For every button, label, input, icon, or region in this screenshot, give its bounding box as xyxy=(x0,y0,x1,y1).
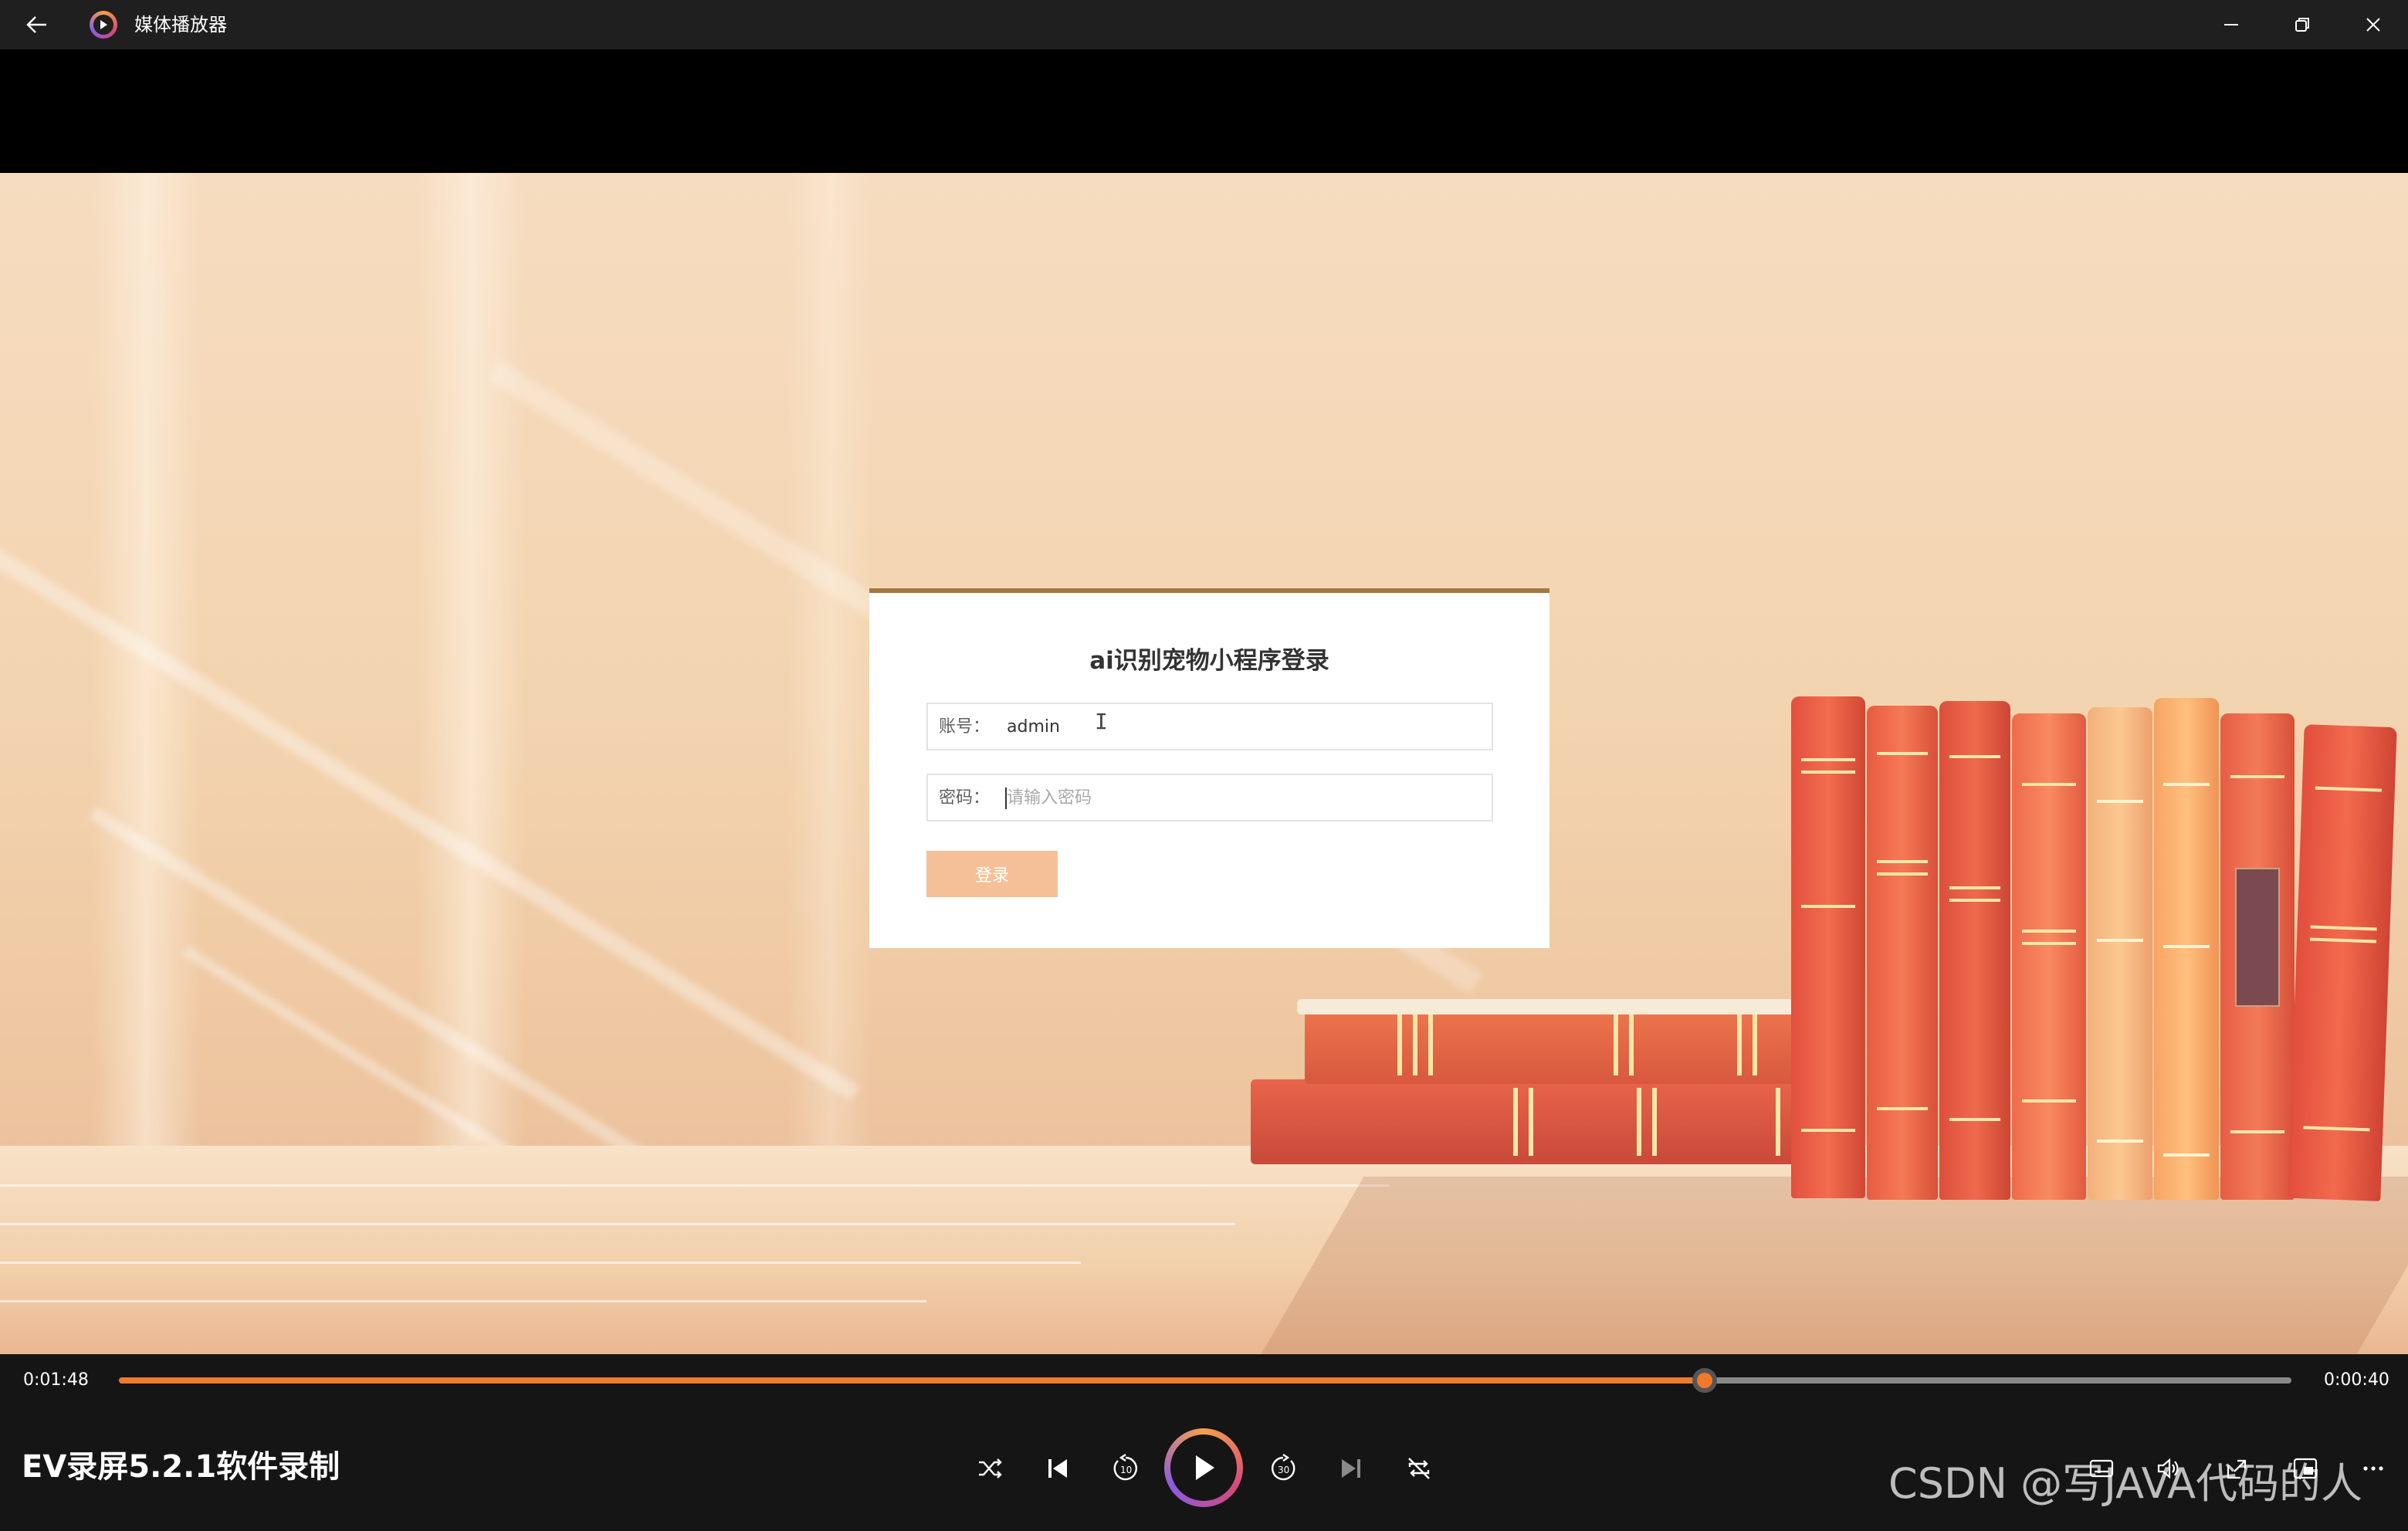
minimize-icon xyxy=(2224,24,2238,25)
elapsed-time: 0:01:48 xyxy=(23,1370,89,1390)
repeat-off-icon xyxy=(1408,1458,1430,1479)
standing-book xyxy=(1939,701,2010,1200)
rewind-10-button[interactable]: 10 xyxy=(1104,1447,1147,1490)
title-bar: 媒体播放器 xyxy=(0,0,2408,49)
password-label: 密码： xyxy=(939,788,991,808)
app-title: 媒体播放器 xyxy=(134,14,227,36)
shuffle-icon xyxy=(979,1458,1002,1478)
flat-book-pages xyxy=(1297,999,1830,1014)
back-arrow-icon xyxy=(26,16,46,33)
previous-button[interactable] xyxy=(1036,1447,1079,1490)
flat-book xyxy=(1251,1079,1845,1164)
rewind-10-icon: 10 xyxy=(1113,1454,1137,1481)
password-field[interactable]: 密码： 请输入密码 xyxy=(926,774,1493,821)
standing-book xyxy=(2220,713,2295,1200)
seek-bar[interactable] xyxy=(119,1368,2291,1393)
restore-icon xyxy=(2295,18,2309,32)
next-button[interactable] xyxy=(1329,1447,1373,1490)
window-post xyxy=(787,173,872,1161)
close-button[interactable] xyxy=(2350,6,2396,43)
play-icon xyxy=(1196,1455,1214,1480)
restore-button[interactable] xyxy=(2279,6,2325,43)
minimize-button[interactable] xyxy=(2208,6,2254,43)
media-player-icon xyxy=(90,11,117,39)
svg-text:30: 30 xyxy=(1278,1465,1289,1475)
login-title: ai识别宠物小程序登录 xyxy=(1089,647,1329,675)
remaining-time: 0:00:40 xyxy=(2324,1370,2389,1390)
play-button[interactable] xyxy=(1164,1428,1243,1507)
login-button[interactable]: 登录 xyxy=(926,851,1058,897)
standing-book xyxy=(2288,724,2397,1201)
player-controls: 0:01:48 0:00:40 EV录屏5.2.1软件录制 10 30 CSDN… xyxy=(0,1354,2408,1531)
shuffle-button[interactable] xyxy=(968,1447,1011,1490)
back-button[interactable] xyxy=(22,11,52,39)
book-shadow xyxy=(1261,1177,2408,1354)
repeat-button[interactable] xyxy=(1397,1447,1441,1490)
password-input[interactable]: 请输入密码 xyxy=(1007,786,1092,811)
text-cursor-icon: I xyxy=(1095,709,1108,734)
standing-book xyxy=(2012,713,2086,1200)
video-title: EV录屏5.2.1软件录制 xyxy=(22,1449,340,1485)
standing-book xyxy=(1791,696,1865,1198)
letterbox-top xyxy=(0,49,2408,173)
account-input[interactable]: admin xyxy=(1007,715,1060,740)
close-icon xyxy=(2366,18,2380,32)
forward-30-icon: 30 xyxy=(1272,1454,1295,1481)
video-frame[interactable]: ai识别宠物小程序登录 账号： admin I 密码： 请输入密码 登录 xyxy=(0,173,2408,1354)
window-post xyxy=(417,173,525,1161)
standing-book xyxy=(2154,698,2219,1200)
next-icon xyxy=(1342,1459,1360,1478)
login-card: ai识别宠物小程序登录 账号： admin I 密码： 请输入密码 登录 xyxy=(869,588,1549,948)
seek-bar-progress xyxy=(119,1377,1705,1384)
standing-book xyxy=(2088,707,2152,1200)
more-icon xyxy=(2363,1466,2383,1471)
account-label: 账号： xyxy=(939,717,991,737)
watermark: CSDN @写JAVA代码的人 xyxy=(1888,1459,2363,1508)
previous-icon xyxy=(1048,1459,1067,1478)
seek-thumb[interactable] xyxy=(1692,1368,1718,1393)
standing-book xyxy=(1867,706,1938,1200)
forward-30-button[interactable]: 30 xyxy=(1262,1447,1305,1490)
account-field[interactable]: 账号： admin xyxy=(926,703,1493,750)
svg-text:10: 10 xyxy=(1120,1465,1132,1475)
